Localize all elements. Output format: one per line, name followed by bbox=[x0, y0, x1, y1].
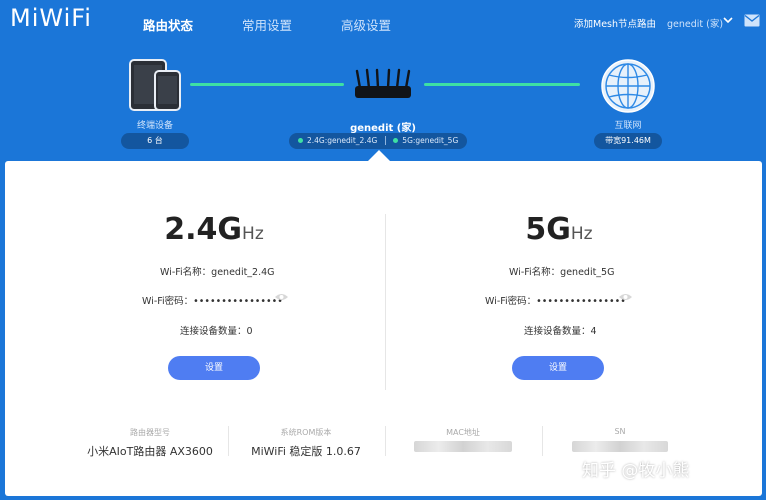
mac-address: MAC地址 bbox=[400, 427, 526, 438]
rom-version-value: MiWiFi 稳定版 1.0.67 bbox=[251, 445, 361, 458]
mail-icon[interactable] bbox=[744, 14, 760, 27]
rom-version: 系统ROM版本 MiWiFi 稳定版 1.0.67 bbox=[236, 427, 376, 459]
ssid-pill: 2.4G:genedit_2.4G 5G:genedit_5G bbox=[289, 133, 467, 149]
band-5-wifi-password: Wi-Fi密码：•••••••••••••••• bbox=[485, 293, 626, 307]
devices-count: 6 台 bbox=[121, 133, 189, 149]
router-model-label: 路由器型号 bbox=[130, 428, 170, 437]
top-bar: MiWiFi 路由状态 常用设置 高级设置 添加Mesh节点路由 genedit… bbox=[0, 0, 766, 45]
miwifi-logo: MiWiFi bbox=[10, 4, 92, 32]
rom-version-label: 系统ROM版本 bbox=[280, 428, 332, 437]
internet-bandwidth: 带宽91.46M bbox=[594, 133, 662, 149]
router-model-value: 小米AIoT路由器 AX3600 bbox=[87, 445, 213, 458]
band-24-settings-button[interactable]: 设置 bbox=[168, 356, 260, 380]
tab-advanced-settings[interactable]: 高级设置 bbox=[341, 15, 391, 34]
router-name: genedit (家) bbox=[350, 123, 416, 134]
band-24-unit: Hz bbox=[242, 224, 264, 244]
footer-divider bbox=[228, 426, 229, 456]
internet-label: 互联网 bbox=[614, 121, 642, 131]
status-dot-icon bbox=[298, 138, 303, 143]
devices-label: 终端设备 bbox=[136, 121, 173, 131]
wifi-password-value: •••••••••••••••• bbox=[536, 296, 626, 307]
band-5-settings-button[interactable]: 设置 bbox=[512, 356, 604, 380]
footer-divider bbox=[542, 426, 543, 456]
divider bbox=[385, 136, 387, 145]
router-model: 路由器型号 小米AIoT路由器 AX3600 bbox=[80, 427, 220, 459]
devices-icon[interactable] bbox=[128, 58, 184, 112]
band-24-wifi-password: Wi-Fi密码：•••••••••••••••• bbox=[142, 293, 283, 307]
show-password-icon[interactable] bbox=[618, 292, 633, 302]
link-devices-router bbox=[190, 83, 344, 86]
band-5-freq: 5G bbox=[525, 212, 571, 247]
wifi-name-value: genedit_5G bbox=[560, 267, 615, 278]
user-menu[interactable]: genedit (家) bbox=[667, 16, 723, 30]
chevron-down-icon[interactable] bbox=[723, 15, 733, 25]
ssid-5: 5G:genedit_5G bbox=[402, 136, 459, 145]
device-count-label: 连接设备数量： bbox=[180, 326, 247, 337]
ssid-24: 2.4G:genedit_2.4G bbox=[307, 136, 378, 145]
band-5-unit: Hz bbox=[570, 224, 593, 244]
tab-router-status[interactable]: 路由状态 bbox=[143, 15, 193, 34]
band-24-freq: 2.4G bbox=[164, 212, 243, 247]
serial-number-label: SN bbox=[614, 427, 626, 436]
footer-divider bbox=[385, 426, 386, 456]
wifi-password-label: Wi-Fi密码： bbox=[142, 296, 194, 307]
device-count-label: 连接设备数量： bbox=[524, 326, 591, 337]
device-count-value: 4 bbox=[590, 326, 597, 337]
globe-icon[interactable] bbox=[600, 58, 656, 114]
band-24-wifi-name: Wi-Fi名称：genedit_2.4G bbox=[160, 264, 275, 278]
band-5-device-count: 连接设备数量：4 bbox=[524, 323, 597, 337]
wifi-password-value: •••••••••••••••• bbox=[193, 296, 283, 307]
show-password-icon[interactable] bbox=[274, 292, 289, 302]
link-router-internet bbox=[424, 83, 580, 86]
wifi-password-label: Wi-Fi密码： bbox=[485, 296, 537, 307]
band-divider bbox=[385, 214, 386, 390]
device-count-value: 0 bbox=[246, 326, 253, 337]
router-icon[interactable] bbox=[352, 68, 414, 102]
wifi-name-label: Wi-Fi名称： bbox=[160, 267, 212, 278]
serial-number: SN bbox=[556, 427, 684, 436]
mac-address-redacted bbox=[414, 441, 512, 452]
band-24-title: 2.4GHz bbox=[134, 212, 294, 247]
add-mesh-node-link[interactable]: 添加Mesh节点路由 bbox=[574, 16, 656, 30]
watermark: 知乎 @牧小熊 bbox=[582, 461, 690, 481]
band-5-wifi-name: Wi-Fi名称：genedit_5G bbox=[509, 264, 614, 278]
mac-address-label: MAC地址 bbox=[446, 428, 480, 437]
tab-common-settings[interactable]: 常用设置 bbox=[242, 15, 292, 34]
wifi-name-value: genedit_2.4G bbox=[211, 267, 275, 278]
status-dot-icon bbox=[393, 138, 399, 143]
wifi-name-label: Wi-Fi名称： bbox=[509, 267, 561, 278]
panel-pointer bbox=[368, 150, 390, 161]
band-5-title: 5GHz bbox=[479, 212, 639, 247]
band-24-device-count: 连接设备数量：0 bbox=[180, 323, 253, 337]
serial-number-redacted bbox=[572, 441, 668, 452]
